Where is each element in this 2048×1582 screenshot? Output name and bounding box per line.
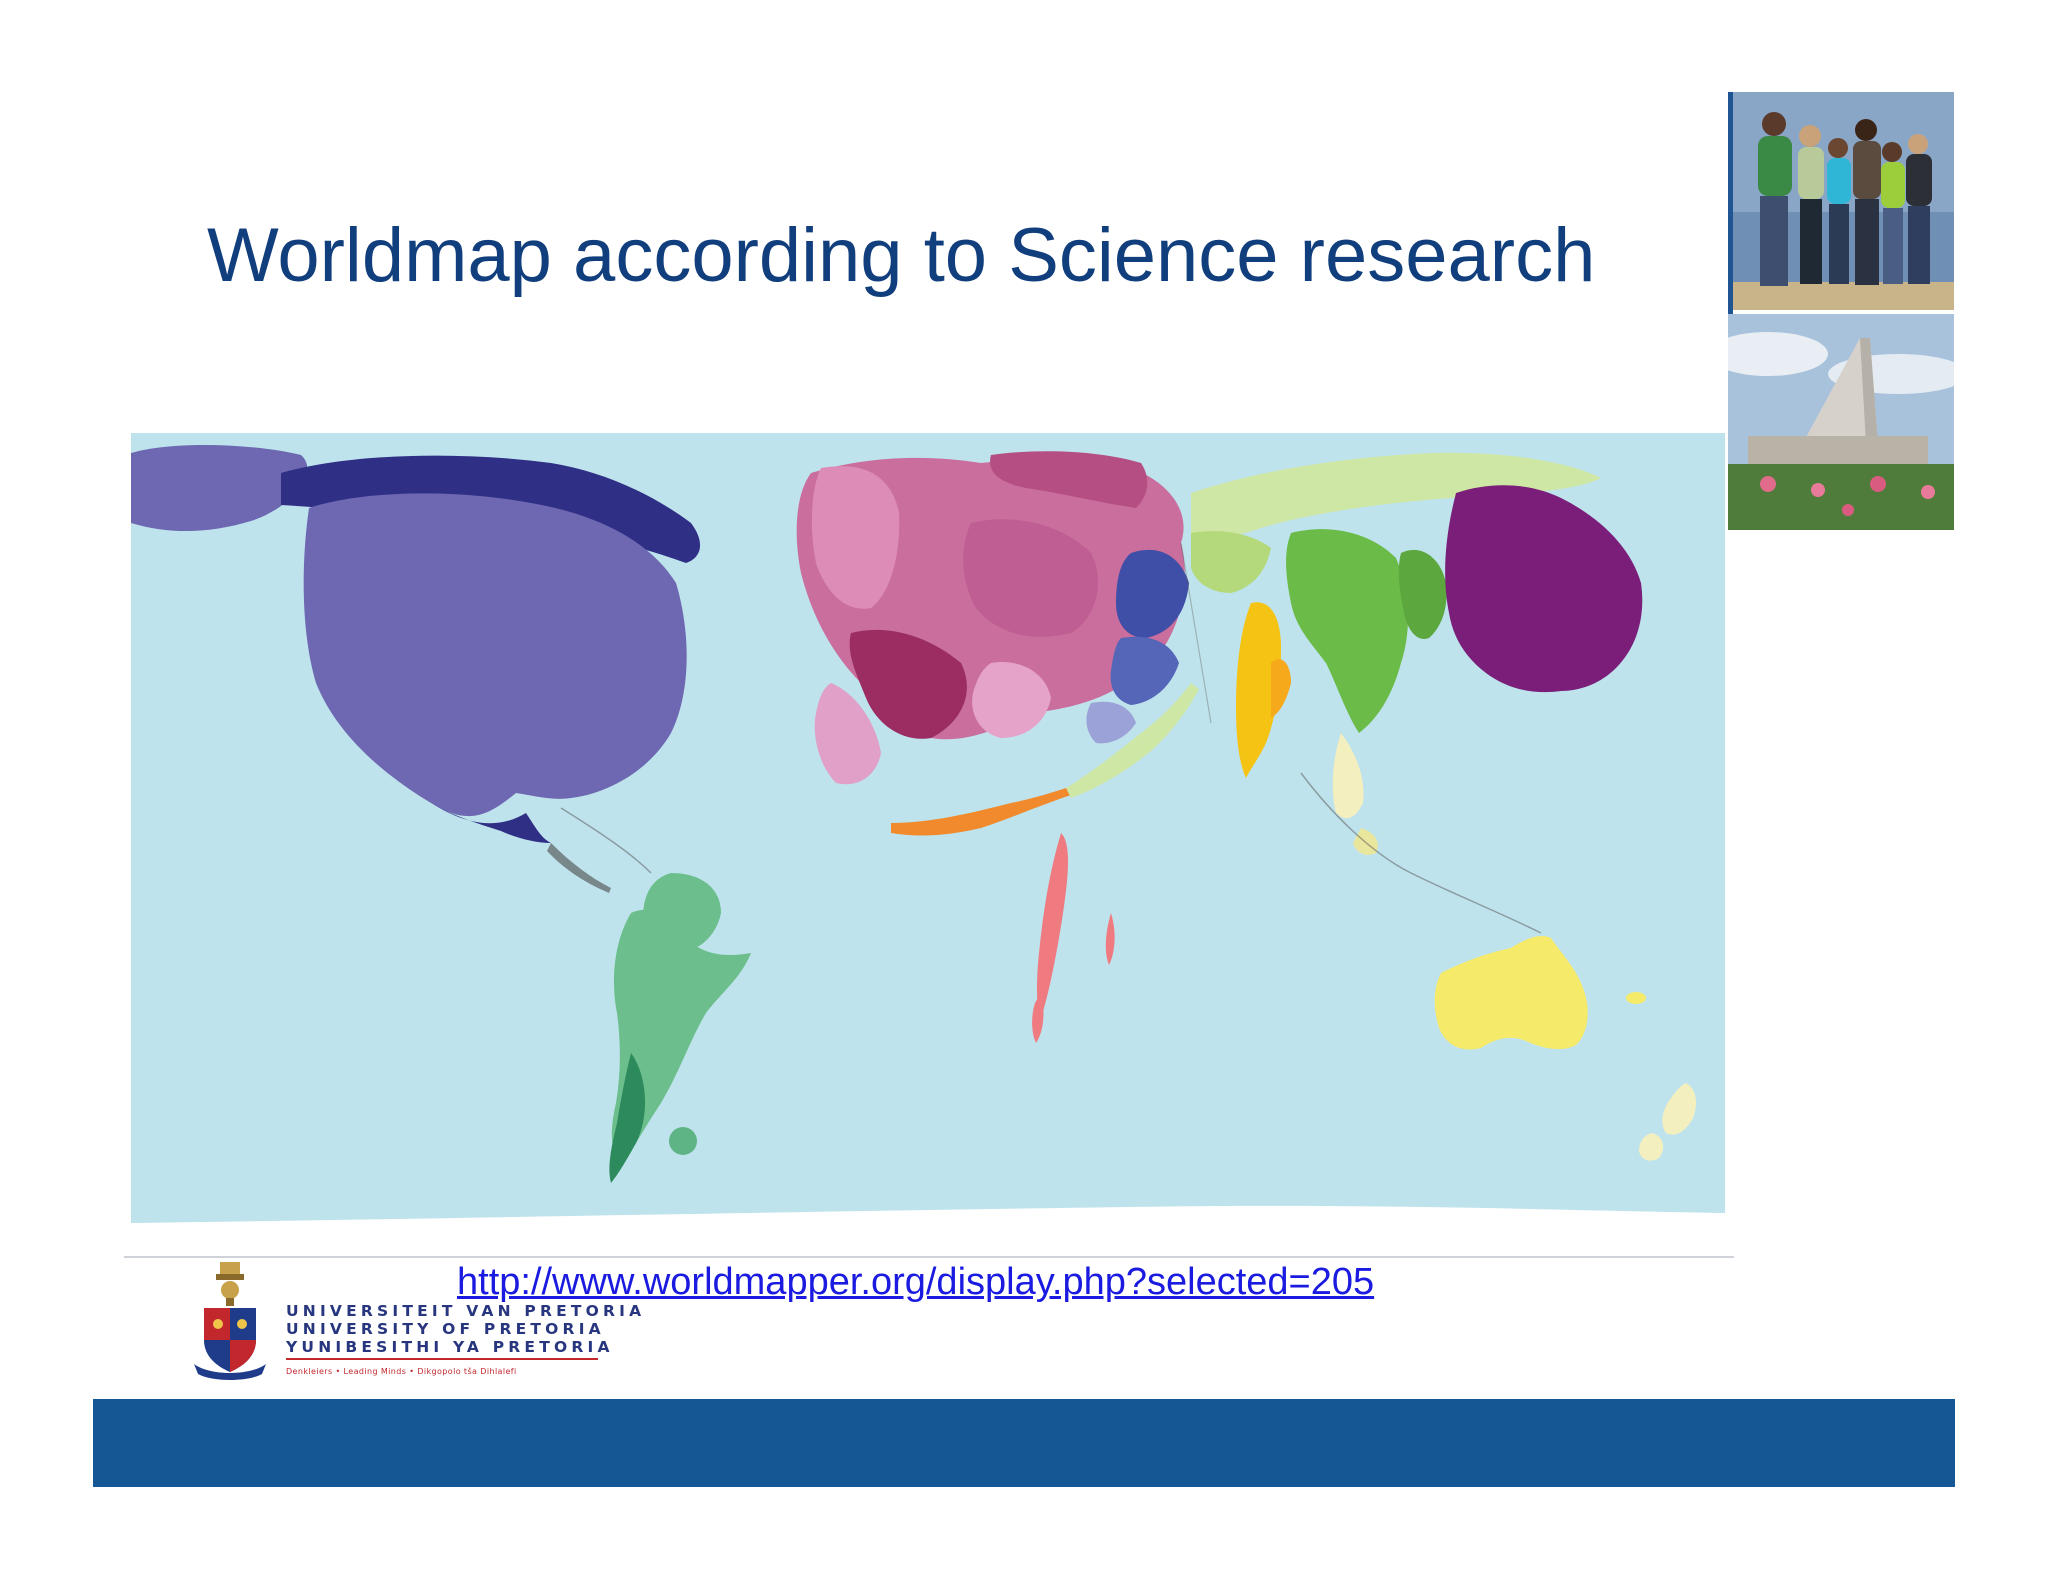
logo-line-1: UNIVERSITEIT VAN PRETORIA	[286, 1302, 646, 1320]
photo-strip	[1708, 92, 1968, 530]
logo-line-2: UNIVERSITY OF PRETORIA	[286, 1320, 605, 1338]
crest-icon	[194, 1262, 266, 1380]
campus-building-photo	[1708, 314, 1968, 530]
logo-underline	[286, 1358, 598, 1360]
world-cartogram-map	[131, 433, 1725, 1231]
source-link[interactable]: http://www.worldmapper.org/display.php?s…	[457, 1261, 1374, 1304]
region-new-caledonia	[1626, 992, 1646, 1004]
footer-bar	[93, 1399, 1955, 1487]
footer-divider	[124, 1256, 1734, 1258]
logo-wordmark: UNIVERSITEIT VAN PRETORIA UNIVERSITY OF …	[286, 1302, 645, 1381]
slide-title: Worldmap according to Science research	[207, 213, 1596, 298]
region-falklands	[669, 1127, 697, 1155]
logo-line-3: YUNIBESITHI YA PRETORIA	[286, 1338, 614, 1356]
logo-tagline: Denkleiers • Leading Minds • Dikgopolo t…	[286, 1367, 517, 1376]
